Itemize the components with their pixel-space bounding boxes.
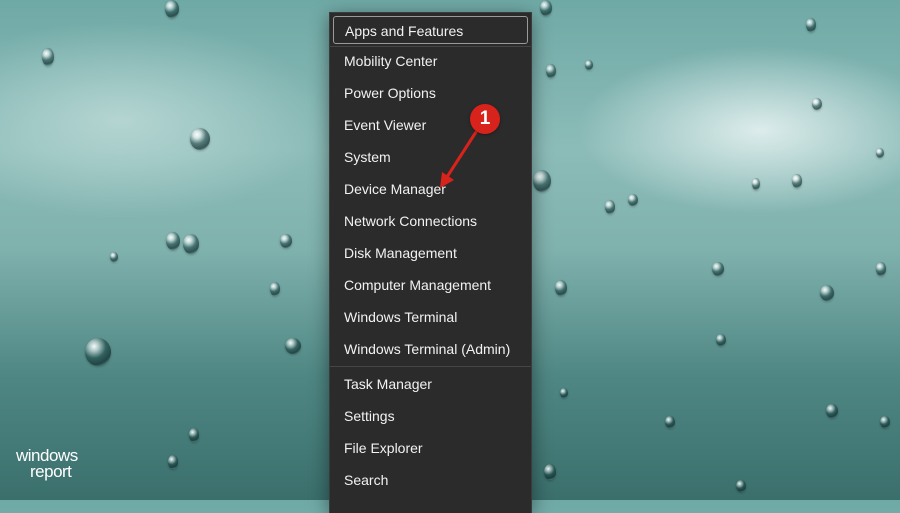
raindrop — [168, 455, 178, 469]
raindrop — [280, 234, 292, 248]
raindrop — [42, 48, 54, 66]
raindrop — [792, 174, 802, 188]
raindrop — [880, 416, 890, 428]
raindrop — [540, 0, 552, 16]
raindrop — [555, 280, 567, 296]
raindrop — [712, 262, 724, 276]
raindrop — [806, 18, 816, 32]
raindrop — [812, 98, 822, 110]
menu-item-mobility-center[interactable]: Mobility Center — [333, 47, 528, 75]
step-number-badge: 1 — [470, 104, 500, 134]
menu-item-file-explorer[interactable]: File Explorer — [333, 434, 528, 462]
menu-item-power-options[interactable]: Power Options — [333, 79, 528, 107]
raindrop — [270, 282, 280, 296]
menu-item-network-connections[interactable]: Network Connections — [333, 207, 528, 235]
raindrop — [876, 148, 884, 158]
raindrop — [166, 232, 180, 250]
raindrop — [189, 428, 199, 442]
raindrop — [533, 170, 551, 192]
raindrop — [826, 404, 838, 418]
raindrop — [544, 464, 556, 480]
raindrop — [165, 0, 179, 18]
raindrop — [85, 338, 111, 366]
raindrop — [285, 338, 301, 354]
winx-context-menu: Apps and Features Mobility Center Power … — [329, 12, 532, 513]
menu-item-task-manager[interactable]: Task Manager — [333, 370, 528, 398]
menu-item-settings[interactable]: Settings — [333, 402, 528, 430]
raindrop — [752, 178, 760, 190]
raindrop — [665, 416, 675, 428]
raindrop — [605, 200, 615, 214]
raindrop — [736, 480, 746, 492]
menu-item-computer-management[interactable]: Computer Management — [333, 271, 528, 299]
raindrop — [876, 262, 886, 276]
logo-text-report: report — [30, 462, 72, 481]
raindrop — [585, 60, 593, 70]
raindrop — [110, 252, 118, 262]
menu-item-windows-terminal-admin[interactable]: Windows Terminal (Admin) — [333, 335, 528, 363]
raindrop — [716, 334, 726, 346]
menu-item-apps-and-features[interactable]: Apps and Features — [333, 16, 528, 44]
raindrop — [183, 234, 199, 254]
menu-item-search[interactable]: Search — [333, 466, 528, 494]
raindrop — [560, 388, 568, 398]
menu-item-disk-management[interactable]: Disk Management — [333, 239, 528, 267]
menu-item-system[interactable]: System — [333, 143, 528, 171]
windows-report-logo: windows report — [14, 446, 104, 486]
menu-item-windows-terminal[interactable]: Windows Terminal — [333, 303, 528, 331]
raindrop — [546, 64, 556, 78]
menu-separator — [330, 366, 531, 367]
raindrop — [820, 285, 834, 301]
raindrop — [190, 128, 210, 150]
raindrop — [628, 194, 638, 206]
menu-item-device-manager[interactable]: Device Manager — [333, 175, 528, 203]
